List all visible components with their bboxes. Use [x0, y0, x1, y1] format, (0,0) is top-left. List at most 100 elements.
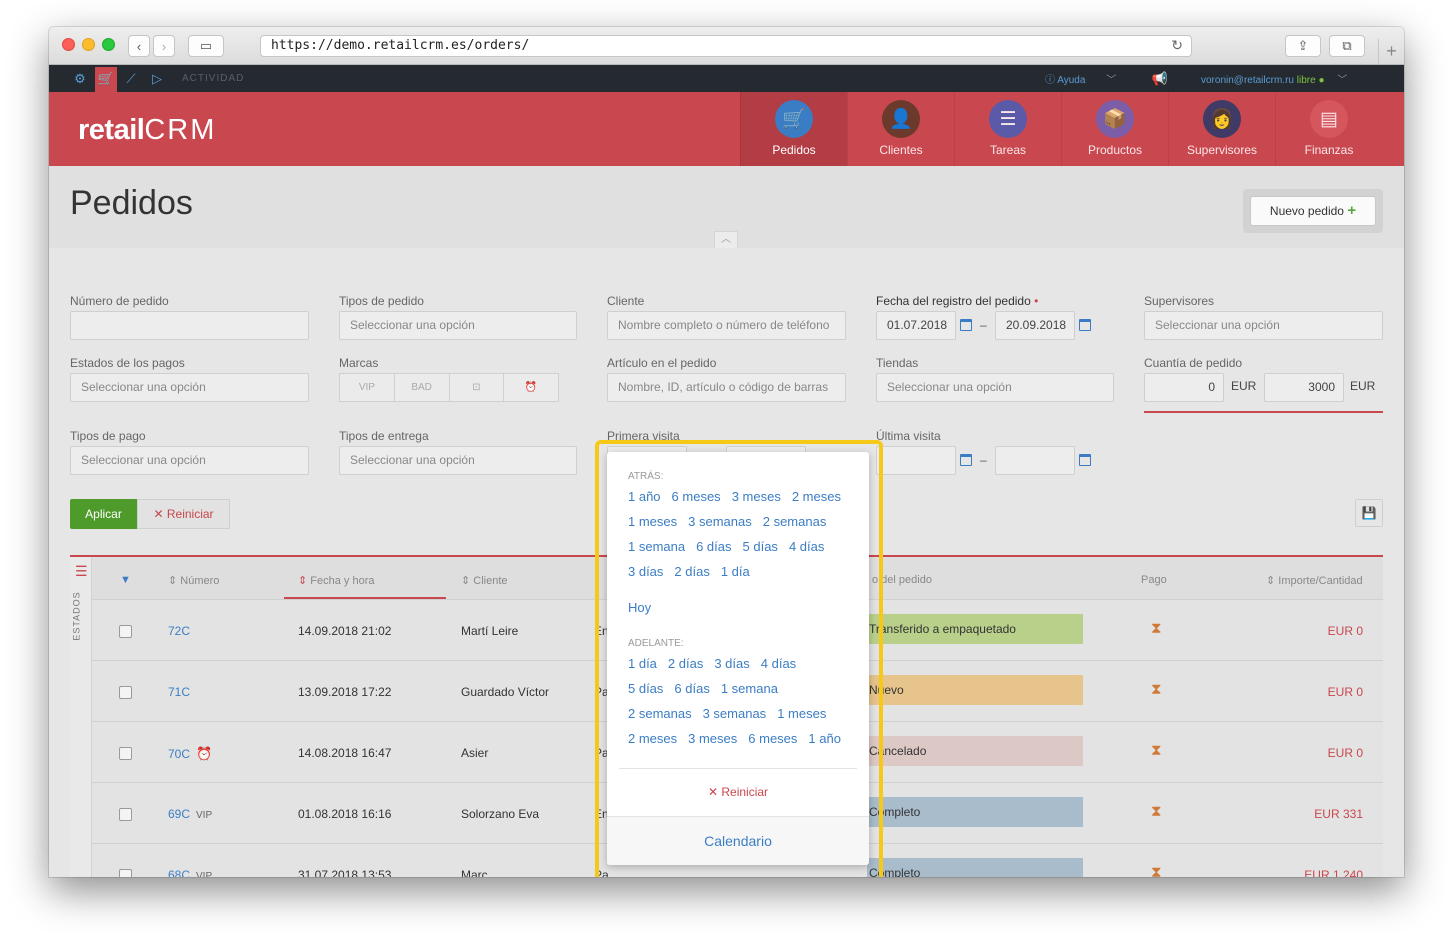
relative-date-option[interactable]: 3 semanas [688, 514, 752, 529]
relative-date-option[interactable]: 3 días [628, 564, 663, 579]
retailcrm-logo[interactable]: retailCRM [78, 114, 216, 147]
brand-bad-toggle[interactable]: BAD [395, 374, 450, 401]
relative-date-option[interactable]: 1 semana [721, 681, 778, 696]
relative-date-option[interactable]: 3 meses [688, 731, 737, 746]
order-number-input[interactable] [70, 311, 309, 340]
col-datetime[interactable]: ⇕ Fecha y hora [298, 574, 374, 587]
nav-item-clientes[interactable]: 👤 Clientes [847, 92, 954, 166]
relative-date-option[interactable]: 4 días [789, 539, 824, 554]
row-checkbox[interactable] [119, 808, 132, 821]
status-badge[interactable]: Completo [867, 858, 1083, 877]
relative-date-option[interactable]: 1 año [808, 731, 841, 746]
order-number-link[interactable]: 69C VIP [168, 807, 212, 821]
share-icon[interactable]: ⇪ [1285, 35, 1321, 57]
reload-icon[interactable]: ↻ [1171, 36, 1183, 56]
save-filter-icon[interactable]: 💾 [1355, 499, 1383, 527]
amount-to-input[interactable]: 3000 [1264, 373, 1344, 402]
status-badge[interactable]: Transferido a empaquetado [867, 614, 1083, 644]
states-sidebar[interactable]: ☰ ESTADOS [70, 557, 92, 877]
nav-item-pedidos[interactable]: 🛒 Pedidos [740, 92, 847, 166]
calendar-icon[interactable] [960, 454, 972, 466]
order-number-link[interactable]: 72C [168, 624, 196, 638]
new-tab-button[interactable]: + [1378, 39, 1404, 65]
calendar-icon[interactable] [1079, 319, 1091, 331]
relative-date-option[interactable]: 1 meses [628, 514, 677, 529]
relative-date-option[interactable]: 1 meses [777, 706, 826, 721]
row-checkbox[interactable] [119, 869, 132, 877]
apply-button[interactable]: Aplicar [70, 499, 137, 529]
order-number-link[interactable]: 68C VIP [168, 868, 212, 877]
relative-date-option[interactable]: 2 meses [792, 489, 841, 504]
relative-date-option[interactable]: 1 año [628, 489, 661, 504]
activity-label[interactable]: ACTIVIDAD [182, 73, 244, 84]
calendar-button[interactable]: Calendario [607, 816, 869, 865]
order-types-select[interactable]: Seleccionar una opción [339, 311, 577, 340]
nav-item-finanzas[interactable]: ▤ Finanzas [1275, 92, 1382, 166]
calendar-icon[interactable] [960, 319, 972, 331]
relative-date-option[interactable]: 3 meses [732, 489, 781, 504]
relative-date-option[interactable]: 2 meses [628, 731, 677, 746]
amount-slider-track[interactable] [1144, 411, 1383, 413]
reg-date-to-input[interactable]: 20.09.2018 [995, 311, 1075, 340]
relative-date-option[interactable]: 2 semanas [628, 706, 692, 721]
relative-date-option[interactable]: 6 meses [748, 731, 797, 746]
relative-date-option[interactable]: 1 día [628, 656, 657, 671]
order-client[interactable]: Solorzano Eva [461, 807, 539, 821]
status-badge[interactable]: Cancelado [867, 736, 1083, 766]
col-client[interactable]: ⇕ Cliente [461, 574, 508, 587]
back-button[interactable]: ‹ [128, 35, 150, 57]
address-bar[interactable]: https://demo.retailcrm.es/orders/ ↻ [260, 35, 1192, 57]
select-all-chevron-icon[interactable]: ▼ [120, 574, 131, 586]
supervisors-select[interactable]: Seleccionar una opción [1144, 311, 1383, 340]
nav-item-tareas[interactable]: ☰ Tareas [954, 92, 1061, 166]
brand-note-icon[interactable]: ⊡ [450, 374, 505, 401]
today-option[interactable]: Hoy [628, 600, 662, 615]
megaphone-icon[interactable]: 📢 [1151, 70, 1169, 88]
close-window-button[interactable] [62, 38, 75, 51]
relative-date-option[interactable]: 2 semanas [763, 514, 827, 529]
help-menu[interactable]: ⓘ Ayuda ﹀ [1045, 71, 1116, 86]
payment-types-select[interactable]: Seleccionar una opción [70, 446, 309, 475]
relative-date-option[interactable]: 6 días [674, 681, 709, 696]
row-checkbox[interactable] [119, 686, 132, 699]
reg-date-from-input[interactable]: 01.07.2018 [876, 311, 956, 340]
relative-date-option[interactable]: 1 día [721, 564, 750, 579]
tabs-overview-icon[interactable]: ⧉ [1329, 35, 1365, 57]
relative-date-option[interactable]: 3 semanas [703, 706, 767, 721]
col-payment[interactable]: Pago [1141, 574, 1167, 586]
relative-date-option[interactable]: 6 meses [672, 489, 721, 504]
col-number[interactable]: ⇕ Número [168, 574, 219, 587]
row-checkbox[interactable] [119, 747, 132, 760]
play-icon[interactable]: ▷ [148, 70, 166, 88]
payment-states-select[interactable]: Seleccionar una opción [70, 373, 309, 402]
forward-button[interactable]: › [153, 35, 175, 57]
collapse-filters-button[interactable]: ︿ [714, 231, 738, 248]
popover-reset-button[interactable]: ✕ Reiniciar [607, 785, 869, 799]
minimize-window-button[interactable] [82, 38, 95, 51]
relative-date-option[interactable]: 2 días [668, 656, 703, 671]
status-badge[interactable]: Nuevo [867, 675, 1083, 705]
menu-icon[interactable]: ☰ [75, 563, 88, 580]
calendar-icon[interactable] [1079, 454, 1091, 466]
last-visit-to-input[interactable] [995, 446, 1075, 475]
reset-button[interactable]: ✕ Reiniciar [137, 499, 230, 529]
settings-gear-icon[interactable]: ⚙ [71, 70, 89, 88]
new-order-button[interactable]: Nuevo pedido + [1250, 196, 1376, 226]
relative-date-option[interactable]: 6 días [696, 539, 731, 554]
relative-date-option[interactable]: 5 días [743, 539, 778, 554]
article-input[interactable]: Nombre, ID, artículo o código de barras [607, 373, 846, 402]
relative-date-option[interactable]: 4 días [761, 656, 796, 671]
delivery-types-select[interactable]: Seleccionar una opción [339, 446, 577, 475]
row-checkbox[interactable] [119, 625, 132, 638]
relative-date-option[interactable]: 2 días [674, 564, 709, 579]
relative-date-option[interactable]: 3 días [714, 656, 749, 671]
sidebar-toggle-icon[interactable]: ▭ [188, 35, 224, 57]
order-client[interactable]: Asier [461, 746, 488, 760]
nav-item-productos[interactable]: 📦 Productos [1061, 92, 1168, 166]
user-menu[interactable]: voronin@retailcrm.ru libre ● ﹀ [1201, 71, 1347, 86]
last-visit-from-input[interactable] [876, 446, 956, 475]
order-client[interactable]: Guardado Víctor [461, 685, 549, 699]
amount-from-input[interactable]: 0 [1144, 373, 1224, 402]
nav-item-supervisores[interactable]: 👩 Supervisores [1168, 92, 1275, 166]
brand-alarm-icon[interactable]: ⏰ [504, 374, 558, 401]
